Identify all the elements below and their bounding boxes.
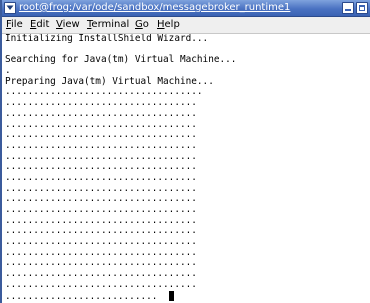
terminal-line-text: .................................. bbox=[5, 107, 197, 119]
terminal-line-text: .................................. bbox=[5, 278, 197, 290]
menu-terminal[interactable]: Terminal bbox=[87, 17, 129, 33]
window-title: root@frog:/var/ode/sandbox/messagebroker… bbox=[19, 2, 291, 13]
terminal-line-text: .................................. bbox=[5, 193, 197, 205]
text-cursor bbox=[168, 290, 174, 301]
terminal-line-text: .................................. bbox=[5, 161, 197, 173]
terminal-line-text: ........................... bbox=[5, 290, 169, 302]
menu-file[interactable]: File bbox=[6, 17, 23, 33]
terminal-line-text: .................................. bbox=[5, 118, 197, 130]
terminal-line: ........................... bbox=[5, 290, 370, 302]
chevron-down-icon bbox=[6, 5, 14, 10]
terminal-line: .................................. bbox=[5, 278, 370, 291]
menu-edit-label: dit bbox=[36, 19, 50, 30]
terminal-line-text: .................................. bbox=[5, 268, 197, 280]
terminal-line-text: .................................. bbox=[5, 246, 197, 258]
terminal-line-text: .................................. bbox=[5, 182, 197, 194]
terminal-line-text: .................................. bbox=[5, 97, 197, 109]
title-bar[interactable]: root@frog:/var/ode/sandbox/messagebroker… bbox=[2, 0, 370, 17]
terminal-line-text: .................................. bbox=[5, 129, 197, 141]
menu-go-label: o bbox=[142, 19, 149, 30]
menu-file-label: ile bbox=[11, 19, 23, 30]
terminal-line: Searching for Java(tm) Virtual Machine..… bbox=[5, 55, 370, 66]
menu-terminal-label: erminal bbox=[91, 19, 130, 30]
terminal-line-text: .................................. bbox=[5, 150, 197, 162]
terminal-line-text: Initializing InstallShield Wizard... bbox=[5, 34, 209, 44]
minimize-button[interactable] bbox=[342, 2, 354, 14]
menu-go-mnemonic: G bbox=[135, 19, 143, 30]
menu-view[interactable]: View bbox=[56, 17, 80, 33]
terminal-line-text: .................................. bbox=[5, 139, 197, 151]
menu-go[interactable]: Go bbox=[135, 17, 149, 33]
terminal-line: Initializing InstallShield Wizard... bbox=[5, 34, 370, 45]
terminal-line-text: Searching for Java(tm) Virtual Machine..… bbox=[5, 54, 237, 66]
maximize-icon bbox=[359, 5, 365, 11]
menu-help-label: elp bbox=[164, 19, 180, 30]
menu-edit[interactable]: Edit bbox=[30, 17, 49, 33]
minimize-icon bbox=[345, 9, 351, 11]
terminal-output[interactable]: Initializing InstallShield Wizard... Sear… bbox=[2, 34, 370, 303]
maximize-button[interactable] bbox=[356, 2, 368, 14]
menu-bar: File Edit View Terminal Go Help bbox=[2, 17, 370, 34]
terminal-line-text: .................................. bbox=[5, 225, 197, 237]
terminal-line-text: . bbox=[5, 65, 11, 77]
terminal-window: root@frog:/var/ode/sandbox/messagebroker… bbox=[0, 0, 370, 303]
window-menu-button[interactable] bbox=[4, 2, 16, 14]
menu-help-mnemonic: H bbox=[157, 19, 165, 30]
menu-view-label: iew bbox=[62, 19, 80, 30]
terminal-line-text: .................................. bbox=[5, 236, 197, 248]
terminal-line-text: .................................. bbox=[5, 214, 197, 226]
terminal-line-text: .................................. bbox=[5, 204, 197, 215]
menu-help[interactable]: Help bbox=[157, 17, 180, 33]
terminal-line-text: .................................. bbox=[5, 171, 197, 183]
menu-view-mnemonic: V bbox=[56, 19, 63, 30]
terminal-line-text: Preparing Java(tm) Virtual Machine... bbox=[5, 75, 214, 87]
terminal-line-text: .................................. bbox=[5, 257, 197, 269]
terminal-line-text: ................................... bbox=[5, 86, 203, 98]
